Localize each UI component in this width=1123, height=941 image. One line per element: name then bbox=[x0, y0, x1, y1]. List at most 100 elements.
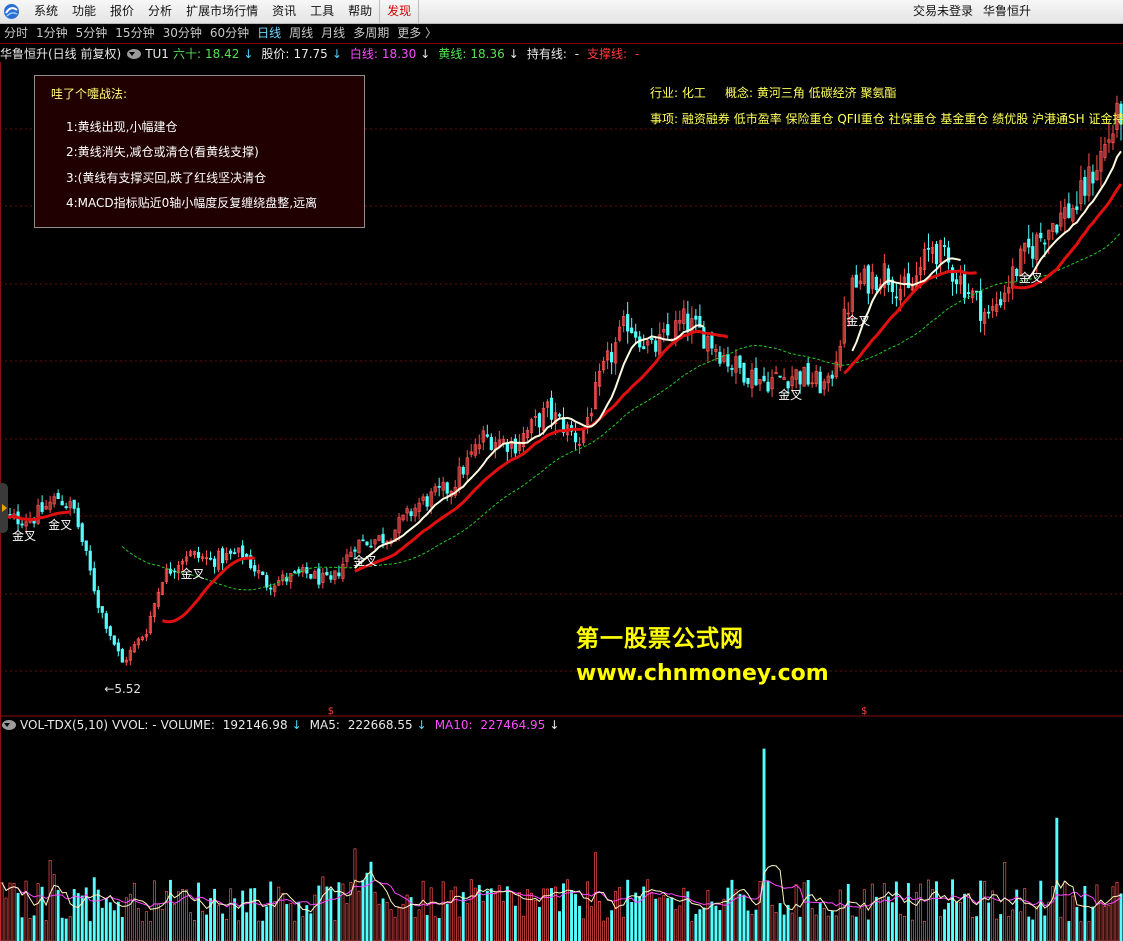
candle-body bbox=[1055, 224, 1059, 233]
volume-indicator-name[interactable]: VOL-TDX(5,10) bbox=[20, 718, 112, 732]
candle-body bbox=[220, 548, 225, 564]
candle-body bbox=[1039, 232, 1043, 239]
volume-bar bbox=[197, 882, 200, 941]
volume-bar bbox=[1063, 881, 1067, 941]
volume-bar bbox=[967, 893, 971, 941]
volume-bar bbox=[806, 880, 810, 941]
candle-body bbox=[513, 438, 517, 454]
dividend-marker: $ bbox=[328, 706, 334, 717]
volume-bar bbox=[525, 889, 529, 941]
candle-body bbox=[485, 434, 489, 437]
candle-body bbox=[108, 626, 112, 636]
candle-body bbox=[730, 367, 734, 370]
volume-bar bbox=[201, 910, 204, 941]
volume-bar bbox=[173, 903, 176, 941]
candle-body bbox=[168, 568, 173, 574]
volume-bar bbox=[48, 860, 52, 941]
volume-bar bbox=[100, 907, 104, 941]
down-arrow-icon: ↓ bbox=[416, 718, 427, 732]
indicator-dropdown-icon[interactable] bbox=[127, 48, 142, 59]
down-arrow-icon: ↓ bbox=[243, 47, 254, 61]
indicator-name[interactable]: TU1 bbox=[145, 47, 173, 61]
volume-bar bbox=[987, 902, 991, 941]
volume-bar bbox=[822, 908, 826, 941]
volume-bar bbox=[1007, 915, 1011, 941]
volume-bar bbox=[169, 879, 172, 941]
candle-body bbox=[96, 590, 100, 608]
volume-bar bbox=[104, 898, 108, 941]
candle-body bbox=[337, 572, 341, 577]
candle-body bbox=[702, 327, 706, 349]
volume-bar bbox=[634, 892, 638, 941]
volume-bar bbox=[317, 885, 321, 941]
hold-line-value: - bbox=[574, 47, 580, 61]
candle-body bbox=[365, 541, 369, 546]
volume-bar bbox=[959, 901, 963, 941]
volume-bar bbox=[838, 889, 842, 941]
volume-bar bbox=[96, 889, 100, 941]
candle-body bbox=[549, 397, 554, 420]
volume-bar bbox=[698, 909, 702, 941]
volume-bar bbox=[790, 912, 794, 941]
volume-bar bbox=[20, 917, 24, 941]
ma5-label: MA5: bbox=[309, 718, 340, 732]
volume-bar bbox=[742, 894, 746, 941]
volume-bar bbox=[257, 920, 261, 941]
golden-cross-label: 金叉 bbox=[778, 387, 803, 402]
volume-bar bbox=[437, 918, 441, 941]
volume-bar bbox=[221, 913, 225, 941]
watermark-url: www.chnmoney.com bbox=[576, 661, 829, 686]
candle-body bbox=[20, 523, 24, 526]
volume-bar bbox=[68, 916, 72, 941]
candle-body bbox=[489, 437, 493, 451]
candle-body bbox=[950, 267, 955, 282]
volume-bar bbox=[654, 898, 658, 941]
candle-body bbox=[100, 606, 104, 613]
candle-body bbox=[1027, 238, 1031, 248]
volume-bar bbox=[754, 909, 758, 941]
volume-bar bbox=[485, 890, 489, 941]
volume-bar bbox=[16, 892, 20, 941]
support-line bbox=[121, 232, 1122, 591]
candle-body bbox=[778, 375, 782, 378]
industry-label: 行业: bbox=[650, 86, 679, 100]
volume-bar bbox=[626, 879, 630, 941]
yellow-line-value: 18.36 bbox=[470, 47, 505, 61]
candle-body bbox=[610, 352, 614, 363]
ma10-value: 227464.95 bbox=[480, 718, 546, 732]
volume-bar bbox=[702, 907, 706, 941]
side-panel-toggle[interactable] bbox=[0, 483, 8, 533]
volume-bar bbox=[32, 915, 36, 941]
volume-bar bbox=[846, 884, 850, 941]
volume-bar bbox=[1099, 900, 1103, 941]
volume-bar bbox=[108, 902, 112, 941]
volume-bar bbox=[1095, 884, 1099, 941]
volume-bar bbox=[830, 910, 834, 941]
volume-bar bbox=[914, 892, 918, 941]
strategy-line-1: 1:黄线出现,小幅建仓 bbox=[66, 120, 178, 134]
candle-body bbox=[742, 362, 746, 383]
volume-bar bbox=[690, 921, 694, 941]
volume-bar bbox=[546, 888, 549, 941]
candle-body bbox=[60, 500, 64, 506]
candle-body bbox=[557, 414, 562, 417]
candle-body bbox=[1015, 269, 1019, 277]
volume-bar bbox=[882, 883, 886, 941]
volume-bar bbox=[181, 888, 184, 941]
volume-bar bbox=[951, 879, 954, 941]
volume-dropdown-icon[interactable] bbox=[2, 720, 16, 730]
volume-bar bbox=[710, 901, 714, 941]
volume-bar bbox=[144, 911, 148, 941]
volume-bar bbox=[529, 892, 533, 941]
volume-bar bbox=[658, 897, 662, 941]
candle-body bbox=[104, 613, 108, 629]
volume-bar bbox=[1091, 906, 1095, 941]
candle-body bbox=[84, 540, 88, 551]
volume-bar bbox=[293, 920, 297, 941]
volume-bar bbox=[598, 901, 602, 941]
candle-body bbox=[329, 575, 333, 580]
candle-body bbox=[92, 568, 96, 592]
candle-body bbox=[1091, 171, 1095, 184]
volume-bar bbox=[602, 920, 606, 941]
volume-bar bbox=[217, 904, 221, 941]
